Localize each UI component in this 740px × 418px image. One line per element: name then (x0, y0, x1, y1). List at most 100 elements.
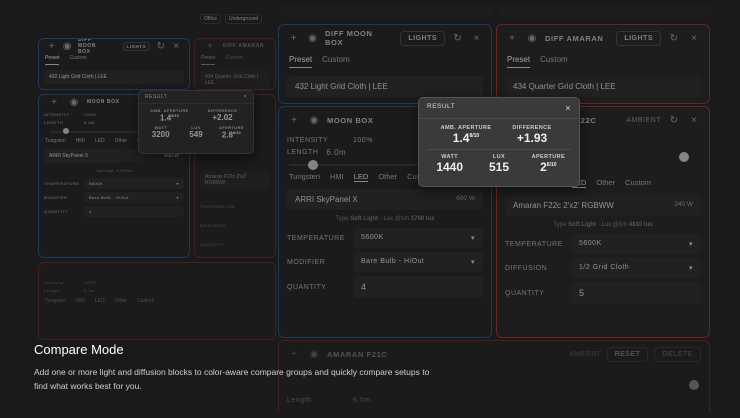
tab-preset[interactable]: Preset (45, 55, 60, 65)
modifier-select[interactable]: Bare Bulb - HiOut ▾ (84, 192, 184, 203)
close-icon[interactable]: × (687, 115, 701, 126)
close-icon[interactable]: × (172, 41, 181, 52)
plus-icon[interactable]: + (505, 33, 519, 44)
quantity-input[interactable]: 4 (353, 276, 483, 298)
quantity-label: QUANTITY (200, 242, 225, 247)
refresh-icon[interactable]: ↻ (667, 115, 681, 126)
close-icon[interactable]: × (565, 103, 571, 113)
quantity-label: QUANTITY (44, 209, 69, 214)
chevron-down-icon: ▾ (470, 259, 475, 266)
temperature-select[interactable]: 5600K ▾ (353, 228, 483, 248)
fixture-select[interactable]: Amaran F22c 2'x2' RGBWW (513, 201, 614, 210)
tag-office[interactable]: Office (200, 14, 221, 24)
fixture-select[interactable]: ARRI SkyPanel X (295, 195, 358, 204)
fixture-select[interactable]: ARRI SkyPanel X (49, 153, 88, 159)
plus-icon[interactable]: + (47, 41, 56, 52)
result-popup: RESULT × AMB. APERTURE 1.48/10 DIFFERENCE +… (418, 97, 580, 187)
tab-tungsten[interactable]: Tungsten (45, 298, 66, 304)
tab-tungsten[interactable]: Tungsten (45, 138, 66, 144)
tab-tungsten[interactable]: Tungsten (289, 172, 320, 182)
tab-hmi[interactable]: HMI (330, 172, 344, 182)
app-frame: Office Underground + ◉ DIFF MOON BOX LIGHTS… (6, 6, 734, 412)
refresh-icon[interactable]: ↻ (451, 33, 464, 44)
quantity-input[interactable]: 5 (571, 282, 701, 304)
refresh-icon[interactable]: ↻ (156, 41, 165, 52)
close-icon[interactable]: × (470, 33, 483, 44)
tag-underground[interactable]: Underground (224, 14, 263, 24)
diffusion-select[interactable]: 1/2 Grid Cloth ▾ (571, 258, 701, 278)
amb-aperture-fraction: 8/10 (171, 113, 179, 118)
tab-preset[interactable]: Preset (201, 55, 216, 65)
aperture-fraction: 8/10 (546, 162, 557, 168)
fixture-select[interactable]: Amaran F22c 2'x2' RGBWW (200, 170, 270, 190)
lights-button[interactable]: LIGHTS (400, 30, 446, 46)
type-value: Soft Light (350, 216, 379, 222)
tab-custom[interactable]: Custom (69, 55, 86, 65)
plus-icon[interactable]: + (203, 41, 217, 52)
length-label: LENGTH (44, 120, 64, 125)
lights-button[interactable]: LIGHTS (616, 30, 661, 46)
tab-hmi[interactable]: HMI (76, 138, 85, 144)
intensity-label: INTENSITY (287, 137, 329, 144)
refresh-icon[interactable]: ↻ (667, 33, 681, 44)
tab-led[interactable]: LED (95, 138, 105, 144)
tab-other[interactable]: Other (115, 298, 128, 304)
tab-hmi[interactable]: HMI (76, 298, 85, 304)
small-bottom-card: Intensity 100% Length 6.0m Tungsten HMI LED O… (38, 262, 276, 340)
tab-other[interactable]: Other (596, 178, 615, 188)
tab-custom[interactable]: Custom (322, 55, 350, 68)
diffusion-select[interactable]: 432 Light Grid Cloth | LEE (44, 70, 184, 84)
tab-preset[interactable]: Preset (289, 55, 313, 68)
difference-value: +1.93 (516, 131, 548, 145)
tab-custom[interactable]: Custom (625, 178, 651, 188)
plus-icon[interactable]: + (287, 115, 301, 126)
length-value: 6.0m (326, 148, 347, 157)
eye-icon[interactable]: ◉ (525, 33, 539, 44)
eye-icon[interactable]: ◉ (307, 115, 321, 126)
tab-custom[interactable]: Custom (540, 55, 568, 68)
tab-other[interactable]: Other (115, 138, 128, 144)
eye-icon[interactable]: ◉ (62, 41, 72, 52)
diffusion-select[interactable]: 432 Light Grid Cloth | LEE (287, 76, 483, 97)
delete-button[interactable]: DELETE (654, 346, 701, 362)
plus-icon[interactable]: + (47, 97, 61, 108)
close-icon[interactable]: × (244, 94, 247, 100)
diff-moon-box-card: + ◉ DIFF MOON BOX LIGHTS ↻ × Preset Custom 432… (278, 24, 492, 104)
quantity-input[interactable]: 4 (84, 206, 184, 217)
tab-preset[interactable]: Preset (507, 55, 531, 68)
temperature-select[interactable]: 5600K ▾ (571, 234, 701, 254)
result-title: RESULT (145, 94, 168, 100)
chevron-down-icon: ▾ (688, 265, 693, 272)
temperature-select[interactable]: 5600K ▾ (84, 178, 184, 189)
temperature-label: TEMPERATURE (505, 240, 563, 248)
reset-button[interactable]: RESET (606, 346, 649, 362)
tab-led[interactable]: LED (353, 172, 369, 182)
small-diff-moon-box-card: + ◉ DIFF MOON BOX LIGHTS ↻ × Preset Custom 432… (38, 38, 190, 90)
plus-icon[interactable]: + (287, 33, 300, 44)
tab-custom[interactable]: Custom (137, 298, 154, 304)
diffusion-select[interactable]: 434 Quarter Grid Cloth | LEE (200, 70, 270, 89)
eye-icon[interactable]: ◉ (67, 97, 81, 108)
lights-button[interactable]: LIGHTS (122, 41, 151, 51)
quantity-label: QUANTITY (505, 289, 545, 297)
lux-value: 515 (488, 160, 509, 174)
card-title: DIFF AMARAN (545, 33, 604, 43)
tab-led[interactable]: LED (95, 298, 105, 304)
watt-value: 3200 (151, 129, 170, 139)
modifier-select[interactable]: Bare Bulb - HiOut ▾ (353, 252, 483, 272)
close-icon[interactable]: × (687, 33, 701, 44)
small-diff-amaran-card: + DIFF AMARAN Preset Custom 434 Quarter Gr… (194, 38, 276, 90)
difference-value: +2.02 (212, 113, 233, 122)
diff-amaran-card: + ◉ DIFF AMARAN LIGHTS ↻ × Preset Custom 434 Q… (496, 24, 710, 104)
tab-custom[interactable]: Custom (225, 55, 242, 65)
ambient-button[interactable]: AMBIENT (569, 351, 600, 358)
card-title: DIFF MOON BOX (325, 29, 373, 47)
lux-value: 4810 lux (628, 222, 653, 228)
intensity-value: 100% (353, 137, 373, 144)
diffusion-select[interactable]: 434 Quarter Grid Cloth | LEE (505, 76, 701, 97)
ambient-button[interactable]: AMBIENT (626, 117, 661, 124)
length-value: 6.0m (84, 120, 95, 125)
tab-other[interactable]: Other (378, 172, 397, 182)
intensity-label: Intensity (44, 280, 64, 285)
eye-icon[interactable]: ◉ (306, 33, 319, 44)
